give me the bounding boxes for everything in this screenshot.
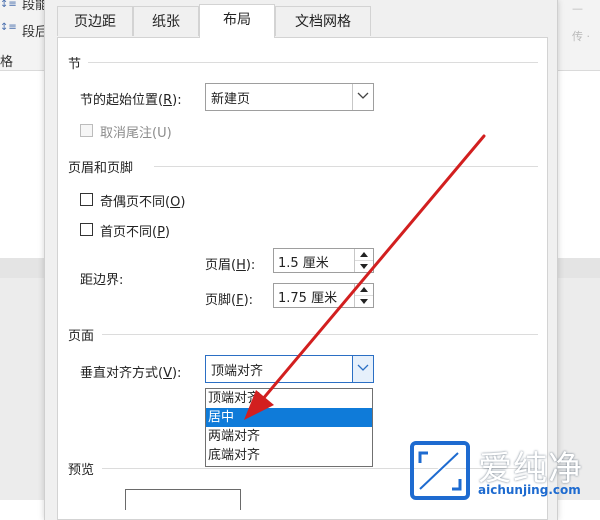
section-start-value: 新建页	[211, 92, 251, 107]
section-divider	[102, 334, 538, 335]
vertical-alignment-dropdown: 顶端对齐 居中 两端对齐 底端对齐	[205, 388, 373, 467]
footer-distance-value: 1.75 厘米	[278, 291, 338, 306]
section-divider	[88, 62, 538, 63]
spin-down-icon[interactable]	[355, 261, 373, 272]
dropdown-option-justified[interactable]: 两端对齐	[206, 427, 372, 446]
ribbon-mark: 传 ·	[572, 30, 590, 43]
vertical-alignment-value: 顶端对齐	[211, 364, 264, 379]
spinner-buttons	[354, 284, 373, 307]
spin-up-icon[interactable]	[355, 249, 373, 261]
from-edge-label: 距边界:	[80, 273, 124, 288]
section-heading: 节	[68, 57, 82, 72]
dropdown-option-center[interactable]: 居中	[206, 408, 372, 427]
header-distance-spinner[interactable]: 1.5 厘米	[273, 248, 374, 273]
spinner-buttons	[354, 249, 373, 272]
header-distance-label: 页眉(H):	[205, 258, 256, 273]
footer-distance-label: 页脚(F):	[205, 293, 254, 308]
page-heading: 页面	[68, 329, 95, 344]
header-distance-value: 1.5 厘米	[278, 256, 329, 271]
first-page-checkbox[interactable]	[80, 223, 93, 236]
paragraph-spacing-after-icon: ↕≡	[0, 22, 17, 33]
chevron-down-icon[interactable]	[352, 84, 373, 110]
site-watermark: 爱纯净 aichunjing.com	[410, 441, 600, 500]
ribbon-group-label: 格	[0, 55, 14, 70]
footer-distance-spinner[interactable]: 1.75 厘米	[273, 283, 374, 308]
spin-up-icon[interactable]	[355, 284, 373, 296]
dropdown-option-top[interactable]: 顶端对齐	[206, 389, 372, 408]
spin-down-icon[interactable]	[355, 296, 373, 307]
watermark-url: aichunjing.com	[478, 483, 581, 497]
preview-heading: 预览	[68, 463, 95, 478]
section-divider	[154, 166, 538, 167]
suppress-endnotes-checkbox[interactable]	[80, 124, 93, 137]
first-page-label: 首页不同(P)	[100, 225, 170, 240]
tab-margins[interactable]: 页边距	[57, 6, 133, 36]
section-start-select[interactable]: 新建页	[205, 83, 374, 111]
headers-footers-heading: 页眉和页脚	[68, 161, 134, 176]
odd-even-checkbox[interactable]	[80, 193, 93, 206]
paragraph-spacing-before-icon: ↕≡	[0, 0, 17, 10]
suppress-endnotes-label: 取消尾注(U)	[100, 126, 172, 141]
vertical-alignment-label: 垂直对齐方式(V):	[80, 366, 182, 381]
ribbon-mark: —	[572, 2, 583, 15]
chevron-down-icon[interactable]	[352, 356, 373, 382]
vertical-alignment-select[interactable]: 顶端对齐	[205, 355, 374, 383]
odd-even-label: 奇偶页不同(O)	[100, 195, 186, 210]
section-start-label: 节的起始位置(R):	[80, 93, 182, 108]
dropdown-option-bottom[interactable]: 底端对齐	[206, 446, 372, 465]
background-right-controls: — 传 ·	[560, 0, 600, 50]
tab-layout[interactable]: 布局	[199, 4, 275, 38]
tab-document-grid[interactable]: 文档网格	[275, 6, 371, 36]
watermark-logo-icon	[410, 441, 470, 500]
tab-paper[interactable]: 纸张	[133, 6, 199, 36]
